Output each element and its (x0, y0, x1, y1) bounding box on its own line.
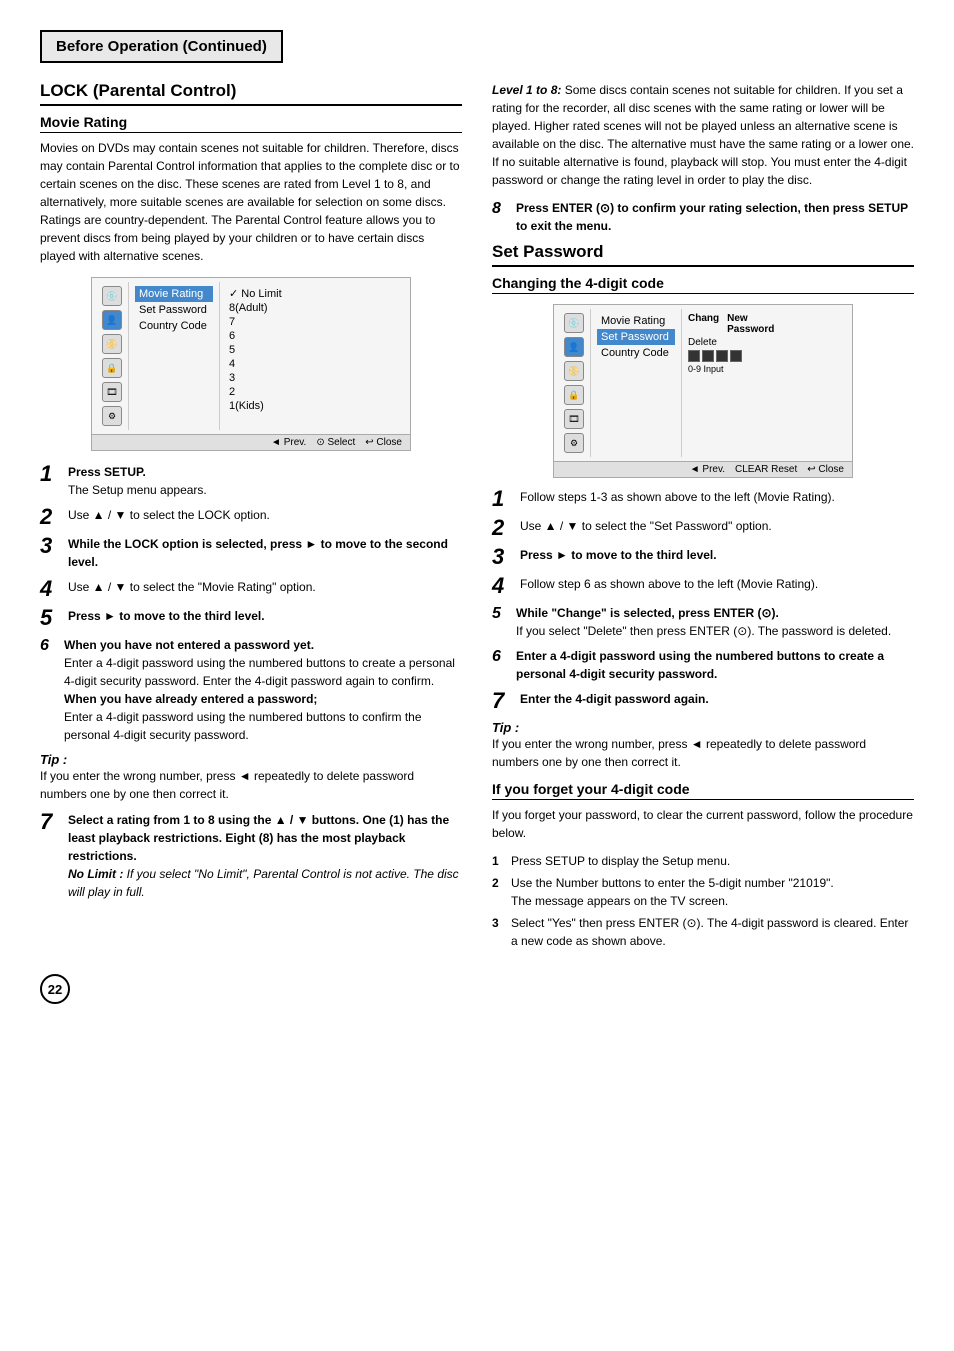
sub-item-5: 5 (226, 343, 285, 357)
menu-screenshot-right: 💿 👤 📀 🔒 🎞 ⚙ Movie Rating Set Password Co… (553, 304, 853, 478)
r-step-4: 4 Follow step 6 as shown above to the le… (492, 575, 914, 597)
step-7: 7 Select a rating from 1 to 8 using the … (40, 811, 462, 901)
step-2: 2 Use ▲ / ▼ to select the LOCK option. (40, 506, 462, 528)
menu-item-movie-rating: Movie Rating (135, 286, 213, 302)
pwd-sub-col: Chang NewPassword Delete 0-9 Input (681, 309, 780, 457)
pwd-delete-label: Delete (688, 337, 717, 348)
forget-title: If you forget your 4-digit code (492, 781, 914, 800)
step-6: 6 When you have not entered a password y… (40, 636, 462, 744)
icon-film: 🎞 (102, 382, 122, 402)
pwd-icon-cd: 📀 (564, 361, 584, 381)
menu-screenshot-left: 💿 👤 📀 🔒 🎞 ⚙ Movie Rating Set Password Co… (91, 277, 411, 451)
select-label: ⊙ Select (316, 437, 355, 448)
sq2 (702, 350, 714, 362)
icon-person: 👤 (102, 310, 122, 330)
pwd-menu-icons: 💿 👤 📀 🔒 🎞 ⚙ (558, 309, 591, 457)
pwd-input-squares (688, 350, 774, 362)
step-5: 5 Press ► to move to the third level. (40, 607, 462, 629)
page-number: 22 (40, 974, 70, 1004)
step-4: 4 Use ▲ / ▼ to select the "Movie Rating"… (40, 578, 462, 600)
left-column: LOCK (Parental Control) Movie Rating Mov… (40, 81, 462, 954)
menu-item-set-password: Set Password (135, 302, 213, 318)
sub-item-no-limit: No Limit (226, 286, 285, 301)
pwd-icon-disc: 💿 (564, 313, 584, 333)
r-step-1: 1 Follow steps 1-3 as shown above to the… (492, 488, 914, 510)
intro-text: Movies on DVDs may contain scenes not su… (40, 139, 462, 265)
pwd-new-label: NewPassword (727, 313, 774, 335)
icon-cd: 📀 (102, 334, 122, 354)
page-number-container: 22 (40, 974, 914, 1004)
menu-bottom-bar-left: ◄ Prev. ⊙ Select ↩ Close (92, 434, 410, 450)
sub-item-8: 8(Adult) (226, 301, 285, 315)
r-step-5: 5 While "Change" is selected, press ENTE… (492, 604, 914, 640)
r-step-7: 7 Enter the 4-digit password again. (492, 690, 914, 712)
sub-item-7: 7 (226, 315, 285, 329)
sub-item-4: 4 (226, 357, 285, 371)
pwd-prev-label: ◄ Prev. (690, 464, 725, 475)
sq3 (716, 350, 728, 362)
set-password-title: Set Password (492, 242, 914, 267)
pwd-icon-gear: ⚙ (564, 433, 584, 453)
forget-step-1: 1 Press SETUP to display the Setup menu. (492, 852, 914, 870)
icon-lock: 🔒 (102, 358, 122, 378)
pwd-icon-lock: 🔒 (564, 385, 584, 405)
pwd-menu-items: Movie Rating Set Password Country Code (591, 309, 681, 457)
r-step-6: 6 Enter a 4-digit password using the num… (492, 647, 914, 683)
pwd-change-label: Chang (688, 313, 719, 335)
sq4 (730, 350, 742, 362)
tip-left: Tip : If you enter the wrong number, pre… (40, 752, 462, 803)
r-step-3: 3 Press ► to move to the third level. (492, 546, 914, 568)
forget-step-2: 2 Use the Number buttons to enter the 5-… (492, 874, 914, 910)
pwd-clear-label: CLEAR Reset (735, 464, 797, 475)
menu-item-country-code: Country Code (135, 318, 213, 334)
pwd-menu-bottom-bar: ◄ Prev. CLEAR Reset ↩ Close (554, 461, 852, 477)
icon-gear: ⚙ (102, 406, 122, 426)
icon-disc: 💿 (102, 286, 122, 306)
menu-sub-items: No Limit 8(Adult) 7 6 5 4 3 2 1(Kids) (219, 282, 291, 430)
sub-item-3: 3 (226, 371, 285, 385)
section-title: LOCK (Parental Control) (40, 81, 462, 106)
sub-section-title: Movie Rating (40, 114, 462, 133)
tip-right: Tip : If you enter the wrong number, pre… (492, 720, 914, 771)
pwd-icon-person: 👤 (564, 337, 584, 357)
pwd-menu-set-password: Set Password (597, 329, 675, 345)
r-step-2: 2 Use ▲ / ▼ to select the "Set Password"… (492, 517, 914, 539)
sub-item-1: 1(Kids) (226, 399, 285, 413)
pwd-menu-country-code: Country Code (597, 345, 675, 361)
right-column: Level 1 to 8: Some discs contain scenes … (492, 81, 914, 954)
pwd-icon-film: 🎞 (564, 409, 584, 429)
forget-steps-list: 1 Press SETUP to display the Setup menu.… (492, 852, 914, 950)
pwd-close-label: ↩ Close (807, 464, 844, 475)
step-8: 8 Press ENTER (⊙) to confirm your rating… (492, 199, 914, 235)
close-label: ↩ Close (365, 437, 402, 448)
forget-intro: If you forget your password, to clear th… (492, 806, 914, 842)
pwd-menu-movie-rating: Movie Rating (597, 313, 675, 329)
zero-nine-hint: 0-9 Input (688, 364, 774, 374)
level-text: Level 1 to 8: Some discs contain scenes … (492, 81, 914, 189)
page-header: Before Operation (Continued) (40, 30, 914, 81)
step-3: 3 While the LOCK option is selected, pre… (40, 535, 462, 571)
menu-items: Movie Rating Set Password Country Code (129, 282, 219, 430)
prev-label: ◄ Prev. (271, 437, 306, 448)
menu-icons: 💿 👤 📀 🔒 🎞 ⚙ (96, 282, 129, 430)
sq1 (688, 350, 700, 362)
forget-step-3: 3 Select "Yes" then press ENTER (⊙). The… (492, 914, 914, 950)
step-1: 1 Press SETUP.The Setup menu appears. (40, 463, 462, 499)
sub-item-6: 6 (226, 329, 285, 343)
sub-item-2: 2 (226, 385, 285, 399)
changing-title: Changing the 4-digit code (492, 275, 914, 294)
